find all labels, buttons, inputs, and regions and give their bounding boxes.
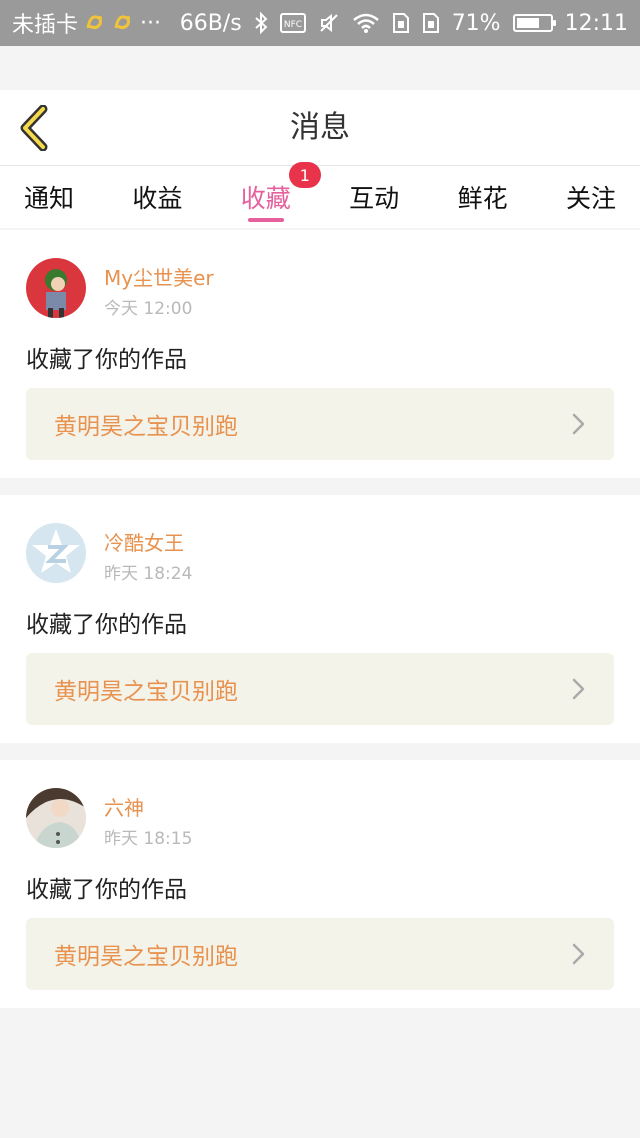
tab-favorites[interactable]: 收藏 1 bbox=[240, 162, 321, 228]
timestamp: 今天 12:00 bbox=[104, 299, 193, 319]
status-bar: 未插卡 ··· 66B/s NFC 71% 12:11 bbox=[0, 0, 640, 46]
tab-notifications[interactable]: 通知 bbox=[24, 166, 74, 228]
clock: 12:11 bbox=[564, 10, 628, 36]
message-text: 收藏了你的作品 bbox=[26, 612, 187, 638]
active-tab-indicator bbox=[247, 218, 284, 222]
avatar[interactable] bbox=[26, 788, 86, 848]
battery-icon bbox=[512, 14, 556, 32]
svg-text:NFC: NFC bbox=[284, 20, 302, 30]
work-link[interactable]: 黄明昊之宝贝别跑 bbox=[26, 918, 614, 990]
mute-icon bbox=[318, 12, 340, 34]
work-title: 黄明昊之宝贝别跑 bbox=[54, 414, 238, 440]
user-name[interactable]: 冷酷女王 bbox=[104, 527, 184, 556]
wifi-icon bbox=[352, 12, 380, 34]
unread-badge: 1 bbox=[288, 162, 321, 188]
user-name[interactable]: My尘世美er bbox=[104, 262, 214, 291]
app-notification-icon bbox=[84, 12, 106, 34]
header: 消息 bbox=[0, 90, 640, 166]
tab-label: 鲜花 bbox=[457, 184, 508, 213]
message-text: 收藏了你的作品 bbox=[26, 347, 187, 373]
user-name[interactable]: 六神 bbox=[104, 792, 144, 821]
work-title: 黄明昊之宝贝别跑 bbox=[54, 944, 238, 970]
work-link[interactable]: 黄明昊之宝贝别跑 bbox=[26, 388, 614, 460]
message-card: 冷酷女王 昨天 18:24 收藏了你的作品 黄明昊之宝贝别跑 bbox=[0, 495, 640, 743]
battery-percent: 71% bbox=[451, 10, 501, 36]
timestamp: 昨天 18:24 bbox=[104, 564, 193, 584]
message-card: 六神 昨天 18:15 收藏了你的作品 黄明昊之宝贝别跑 bbox=[0, 760, 640, 1008]
tab-label: 收益 bbox=[132, 184, 183, 213]
work-title: 黄明昊之宝贝别跑 bbox=[54, 679, 238, 705]
sim-icon bbox=[422, 12, 440, 34]
back-button[interactable] bbox=[14, 104, 54, 152]
more-notifications: ··· bbox=[140, 10, 161, 36]
tab-interactions[interactable]: 互动 bbox=[349, 166, 399, 228]
tab-follows[interactable]: 关注 bbox=[566, 166, 616, 228]
timestamp: 昨天 18:15 bbox=[104, 829, 193, 849]
page-title: 消息 bbox=[290, 110, 350, 145]
chevron-right-icon bbox=[572, 943, 585, 965]
message-text: 收藏了你的作品 bbox=[26, 877, 187, 903]
bluetooth-icon bbox=[254, 12, 268, 34]
message-card: My尘世美er 今天 12:00 收藏了你的作品 黄明昊之宝贝别跑 bbox=[0, 230, 640, 478]
sim-icon bbox=[392, 12, 410, 34]
tab-label: 通知 bbox=[24, 184, 75, 213]
chevron-right-icon bbox=[572, 413, 585, 435]
tab-earnings[interactable]: 收益 bbox=[132, 166, 182, 228]
chevron-right-icon bbox=[572, 678, 585, 700]
avatar[interactable] bbox=[26, 523, 86, 583]
app-notification-icon bbox=[112, 12, 134, 34]
tab-label: 互动 bbox=[349, 184, 400, 213]
carrier-label: 未插卡 bbox=[12, 13, 79, 38]
work-link[interactable]: 黄明昊之宝贝别跑 bbox=[26, 653, 614, 725]
nfc-icon: NFC bbox=[279, 12, 306, 34]
tab-label: 收藏 bbox=[240, 184, 291, 213]
tab-flowers[interactable]: 鲜花 bbox=[458, 166, 508, 228]
avatar[interactable] bbox=[26, 258, 86, 318]
back-arrow-icon bbox=[20, 105, 48, 151]
tab-label: 关注 bbox=[565, 184, 616, 213]
tab-bar: 通知 收益 收藏 1 互动 鲜花 关注 bbox=[0, 162, 640, 228]
network-speed: 66B/s bbox=[179, 10, 242, 36]
